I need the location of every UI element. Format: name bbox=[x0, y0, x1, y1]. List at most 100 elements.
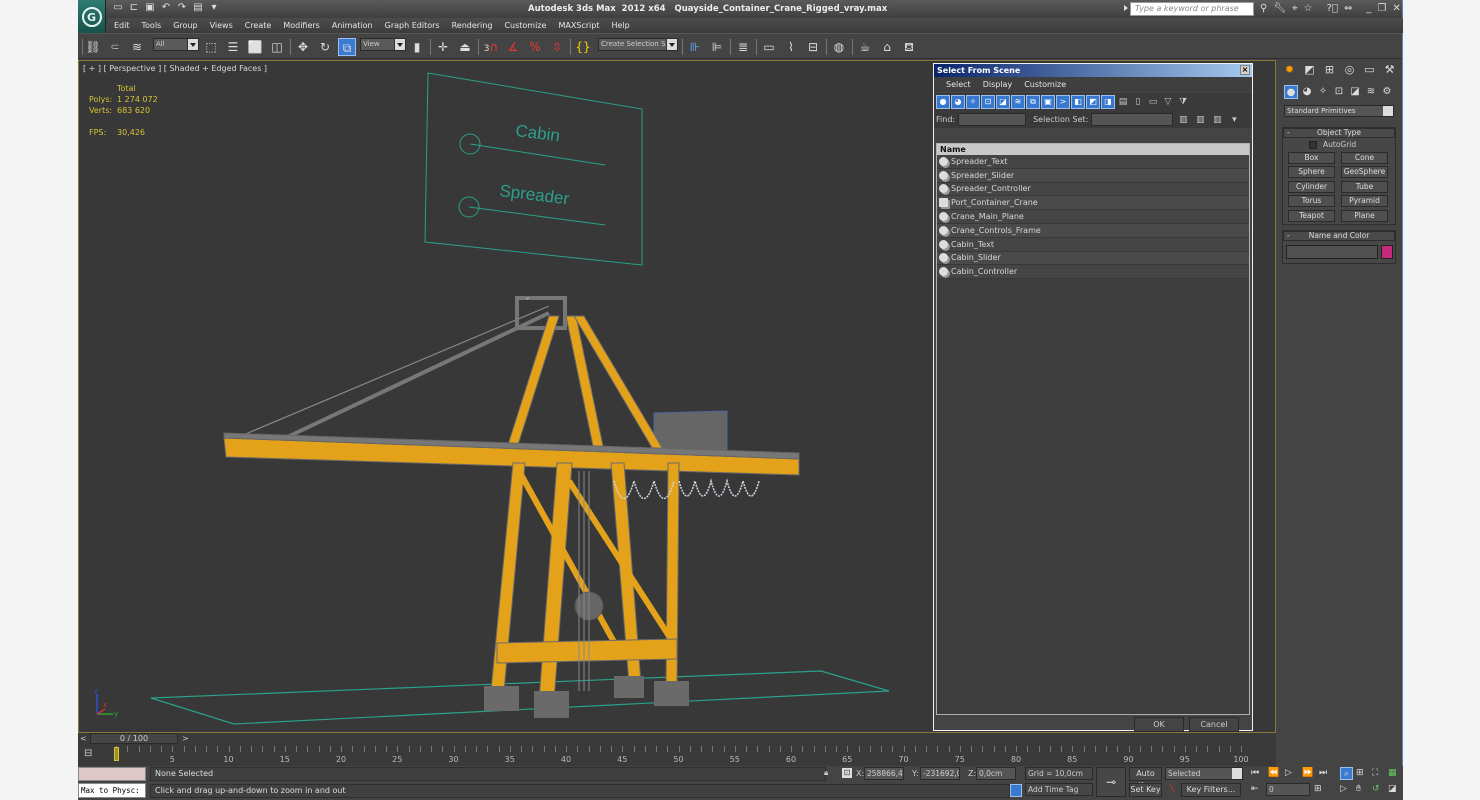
menu-rendering[interactable]: Rendering bbox=[446, 18, 499, 33]
list-item[interactable]: Crane_Main_Plane bbox=[937, 210, 1249, 224]
list-item[interactable]: Port_Container_Crane bbox=[937, 196, 1249, 211]
list-item[interactable]: Cabin_Slider bbox=[937, 251, 1249, 266]
sphere-button[interactable]: Sphere bbox=[1288, 166, 1335, 178]
undo-icon[interactable]: ↶ bbox=[160, 2, 172, 14]
pyramid-button[interactable]: Pyramid bbox=[1341, 195, 1388, 207]
rotate-icon[interactable]: ↻ bbox=[316, 38, 334, 56]
list-item[interactable]: Cabin_Text bbox=[937, 237, 1249, 252]
time-configuration-icon[interactable]: ⊞ bbox=[1314, 783, 1322, 795]
display-bones-icon[interactable]: > bbox=[1056, 95, 1070, 109]
spinner-snap-icon[interactable]: ⇳ bbox=[548, 38, 566, 56]
zoom-icon[interactable]: ⌕ bbox=[1340, 767, 1353, 780]
plane-button[interactable]: Plane bbox=[1341, 210, 1388, 222]
primitive-category-dropdown[interactable]: Standard Primitives bbox=[1284, 105, 1394, 117]
go-to-start-icon[interactable]: ⏮ bbox=[1251, 767, 1259, 779]
restore-icon[interactable]: ❐ bbox=[1377, 2, 1386, 15]
link-icon[interactable]: ⛓ bbox=[84, 38, 102, 56]
display-helpers-icon[interactable]: ◪ bbox=[996, 95, 1010, 109]
dialog-close-button[interactable]: × bbox=[1240, 65, 1250, 75]
open-mini-curve-editor-icon[interactable]: ⊟ bbox=[84, 748, 98, 760]
list-item[interactable]: Crane_Controls_Frame bbox=[937, 223, 1249, 238]
set-key-mode-button[interactable]: ⊸ bbox=[1096, 767, 1126, 797]
geosphere-button[interactable]: GeoSphere bbox=[1341, 166, 1388, 178]
selection-set-add-icon[interactable]: ▥ bbox=[1176, 113, 1190, 127]
list-item[interactable]: Cabin_Controller bbox=[937, 265, 1249, 280]
selection-set-edit-icon[interactable]: ▥ bbox=[1210, 113, 1224, 127]
maximize-viewport-icon[interactable]: ◪ bbox=[1388, 783, 1397, 795]
absolute-mode-icon[interactable]: ⊡ bbox=[842, 768, 852, 778]
rectangular-selection-icon[interactable]: ⬜ bbox=[246, 38, 264, 56]
schematic-view-icon[interactable]: ⊟ bbox=[804, 38, 822, 56]
display-xrefs-icon[interactable]: ▣ bbox=[1041, 95, 1055, 109]
auto-key-button[interactable]: Auto Key bbox=[1129, 767, 1162, 790]
select-object-icon[interactable]: ⬚ bbox=[202, 38, 220, 56]
pivot-center-icon[interactable]: ▮ bbox=[408, 38, 426, 56]
play-icon[interactable]: ▷ bbox=[1285, 767, 1292, 779]
name-and-color-header[interactable]: - Name and Color bbox=[1283, 231, 1395, 241]
default-in-out-tangent-icon[interactable]: ╲ bbox=[1170, 784, 1175, 793]
graphite-ribbon-icon[interactable]: ▭ bbox=[760, 38, 778, 56]
create-tab-icon[interactable]: ✹ bbox=[1280, 61, 1299, 79]
key-mode-toggle-icon[interactable]: ⇤ bbox=[1251, 783, 1259, 795]
redo-icon[interactable]: ↷ bbox=[176, 2, 188, 14]
track-bar[interactable]: ⊟ 05101520253035404550556065707580859095… bbox=[78, 744, 1276, 766]
set-key-button[interactable]: Set Key bbox=[1129, 783, 1162, 797]
display-spacewarps-icon[interactable]: ≋ bbox=[1011, 95, 1025, 109]
customize-qat-icon[interactable]: ▾ bbox=[208, 2, 220, 14]
move-icon[interactable]: ✥ bbox=[294, 38, 312, 56]
time-tag-icon[interactable] bbox=[1010, 784, 1022, 797]
find-input[interactable] bbox=[958, 113, 1027, 126]
named-selection-sets-dropdown[interactable]: Create Selection Se bbox=[598, 38, 678, 51]
y-coord-field[interactable]: -231692,0 bbox=[920, 767, 960, 780]
modify-tab-icon[interactable]: ◩ bbox=[1300, 61, 1319, 79]
percent-snap-icon[interactable]: % bbox=[526, 38, 544, 56]
list-item[interactable]: Spreader_Text bbox=[937, 155, 1249, 169]
display-cameras-icon[interactable]: ⊡ bbox=[981, 95, 995, 109]
box-button[interactable]: Box bbox=[1288, 152, 1335, 164]
field-of-view-icon[interactable]: ▷ bbox=[1340, 783, 1347, 795]
menu-views[interactable]: Views bbox=[204, 18, 239, 33]
menu-graph-editors[interactable]: Graph Editors bbox=[379, 18, 446, 33]
angle-snap-icon[interactable]: ∡ bbox=[504, 38, 522, 56]
utilities-tab-icon[interactable]: ⚒ bbox=[1380, 61, 1399, 79]
zoom-all-icon[interactable]: ⊞ bbox=[1356, 767, 1364, 779]
search-expand-icon[interactable] bbox=[1124, 5, 1128, 11]
wrench-icon[interactable]: 🔧︎ bbox=[1273, 2, 1286, 15]
unlink-icon[interactable]: ⸦ bbox=[106, 38, 124, 56]
render-setup-icon[interactable]: ☕︎ bbox=[856, 38, 874, 56]
list-item[interactable]: Spreader_Slider bbox=[937, 168, 1249, 183]
menu-customize[interactable]: Customize bbox=[498, 18, 552, 33]
reference-coordinate-dropdown[interactable]: View bbox=[360, 38, 406, 51]
name-column-header[interactable]: Name bbox=[937, 144, 1249, 155]
cylinder-button[interactable]: Cylinder bbox=[1288, 181, 1335, 193]
star-icon[interactable]: ☆ bbox=[1304, 2, 1313, 15]
swap-icon[interactable]: ⇔ bbox=[1344, 2, 1352, 15]
infocenter-search-input[interactable]: Type a keyword or phrase bbox=[1130, 2, 1254, 16]
helpers-category-icon[interactable]: ◪ bbox=[1348, 85, 1362, 99]
spacewarps-category-icon[interactable]: ≋ bbox=[1364, 85, 1378, 99]
viewport-label-menu[interactable]: [ + ] [ Perspective ] [ Shaded + Edged F… bbox=[83, 64, 267, 73]
zoom-extents-icon[interactable]: ⛶ bbox=[1372, 767, 1378, 779]
display-geometry-icon[interactable]: ● bbox=[936, 95, 950, 109]
filter-options-icon[interactable]: ⧩ bbox=[1176, 95, 1190, 109]
menu-modifiers[interactable]: Modifiers bbox=[277, 18, 326, 33]
systems-category-icon[interactable]: ⚙ bbox=[1380, 85, 1394, 99]
select-invert-icon[interactable]: ▭ bbox=[1146, 95, 1160, 109]
binoculars-icon[interactable]: ⚲ bbox=[1260, 2, 1267, 15]
go-to-end-icon[interactable]: ⏭ bbox=[1319, 767, 1327, 779]
menu-animation[interactable]: Animation bbox=[326, 18, 379, 33]
time-slider-next-icon[interactable]: > bbox=[182, 734, 189, 743]
keyboard-shortcut-override-icon[interactable]: ⏏ bbox=[456, 38, 474, 56]
curve-editor-icon[interactable]: ⌇ bbox=[782, 38, 800, 56]
mirror-icon[interactable]: ⊪ bbox=[686, 38, 704, 56]
new-file-icon[interactable]: ▭ bbox=[112, 2, 124, 14]
current-frame-field[interactable]: 0 bbox=[1266, 783, 1310, 796]
dialog-menu-display[interactable]: Display bbox=[977, 77, 1019, 92]
selection-set-dropdown[interactable] bbox=[1091, 113, 1174, 126]
edit-named-selection-icon[interactable]: {} bbox=[574, 38, 592, 56]
pan-view-icon[interactable]: ✋︎ bbox=[1356, 783, 1361, 795]
display-tab-icon[interactable]: ▭ bbox=[1360, 61, 1379, 79]
key-filters-button[interactable]: Key Filters... bbox=[1181, 783, 1241, 797]
object-name-input[interactable] bbox=[1286, 245, 1378, 259]
display-groups-icon[interactable]: ⧉ bbox=[1026, 95, 1040, 109]
